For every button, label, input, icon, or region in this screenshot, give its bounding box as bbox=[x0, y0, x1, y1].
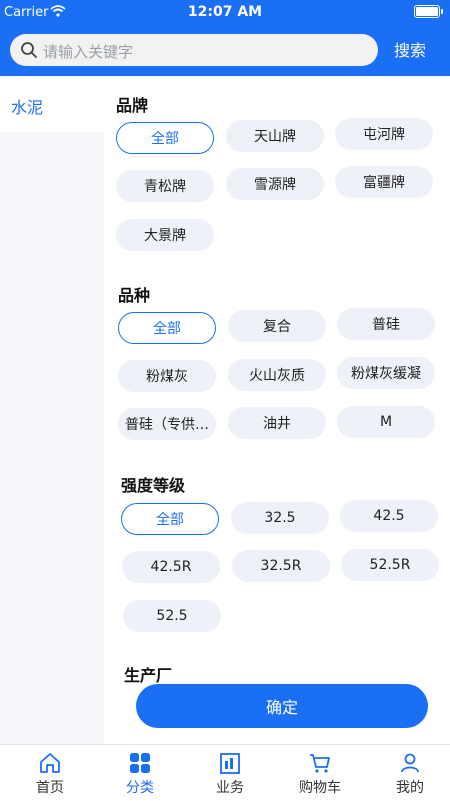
brand-option[interactable]: 雪源牌 bbox=[226, 168, 324, 200]
variety-option[interactable]: M bbox=[337, 406, 435, 438]
variety-title: 品种 bbox=[118, 286, 151, 305]
home-icon bbox=[40, 753, 60, 773]
tab-business[interactable]: 业务 bbox=[185, 745, 275, 801]
tab-cart[interactable]: 购物车 bbox=[275, 745, 365, 801]
strength-option-all[interactable]: 全部 bbox=[121, 503, 219, 535]
battery-icon bbox=[414, 5, 443, 18]
variety-option[interactable]: 油井 bbox=[228, 407, 326, 439]
brand-title: 品牌 bbox=[116, 96, 149, 115]
business-icon bbox=[220, 753, 240, 774]
search-input[interactable]: 请输入关键字 bbox=[10, 34, 378, 66]
brand-option-all[interactable]: 全部 bbox=[116, 122, 214, 154]
category-sidebar: 水泥 bbox=[0, 76, 104, 744]
brand-option[interactable]: 青松牌 bbox=[116, 170, 214, 202]
brand-option[interactable]: 富疆牌 bbox=[335, 166, 433, 198]
strength-option[interactable]: 32.5 bbox=[231, 502, 329, 534]
tab-category-label: 分类 bbox=[126, 780, 154, 796]
tab-home[interactable]: 首页 bbox=[5, 745, 95, 801]
tab-profile[interactable]: 我的 bbox=[365, 745, 450, 801]
category-icon bbox=[130, 753, 150, 773]
strength-option[interactable]: 32.5R bbox=[232, 550, 330, 582]
tab-category[interactable]: 分类 bbox=[95, 745, 185, 801]
filter-panel: 品牌 全部 天山牌 屯河牌 青松牌 雪源牌 富疆牌 大景牌 品种 全部 复合 普… bbox=[104, 76, 450, 744]
strength-option[interactable]: 52.5 bbox=[123, 600, 221, 632]
strength-title: 强度等级 bbox=[121, 476, 186, 495]
sidebar-item-cement[interactable]: 水泥 bbox=[0, 76, 104, 132]
variety-option[interactable]: 复合 bbox=[228, 310, 326, 342]
variety-option[interactable]: 普硅（专供… bbox=[118, 408, 216, 440]
profile-icon bbox=[401, 753, 419, 773]
sidebar-item-label: 水泥 bbox=[11, 98, 44, 117]
variety-option[interactable]: 粉煤灰 bbox=[118, 360, 216, 392]
tab-home-label: 首页 bbox=[36, 780, 64, 796]
header: 请输入关键字 搜索 bbox=[0, 24, 450, 76]
tab-cart-label: 购物车 bbox=[299, 780, 341, 796]
variety-option[interactable]: 粉煤灰缓凝 bbox=[337, 357, 435, 389]
confirm-button[interactable]: 确定 bbox=[136, 684, 428, 728]
brand-option[interactable]: 天山牌 bbox=[226, 120, 324, 152]
strength-option[interactable]: 42.5 bbox=[340, 500, 438, 532]
strength-option[interactable]: 52.5R bbox=[341, 549, 439, 581]
variety-option-all[interactable]: 全部 bbox=[118, 312, 216, 344]
bottom-tab-bar: 首页 分类 业务 购物车 我的 bbox=[0, 744, 450, 801]
brand-option[interactable]: 屯河牌 bbox=[335, 118, 433, 150]
status-bar: Carrier 12:07 AM bbox=[0, 0, 450, 24]
brand-option[interactable]: 大景牌 bbox=[116, 219, 214, 251]
tab-profile-label: 我的 bbox=[396, 780, 424, 796]
search-placeholder: 请输入关键字 bbox=[43, 43, 134, 61]
variety-option[interactable]: 火山灰质 bbox=[228, 359, 326, 391]
clock: 12:07 AM bbox=[187, 4, 263, 20]
search-button[interactable]: 搜索 bbox=[394, 37, 426, 61]
cart-icon bbox=[310, 754, 330, 773]
strength-option[interactable]: 42.5R bbox=[122, 551, 220, 583]
tab-business-label: 业务 bbox=[216, 780, 244, 796]
search-icon bbox=[21, 42, 37, 58]
variety-option[interactable]: 普硅 bbox=[337, 308, 435, 340]
manufacturer-title: 生产厂 bbox=[124, 666, 173, 685]
